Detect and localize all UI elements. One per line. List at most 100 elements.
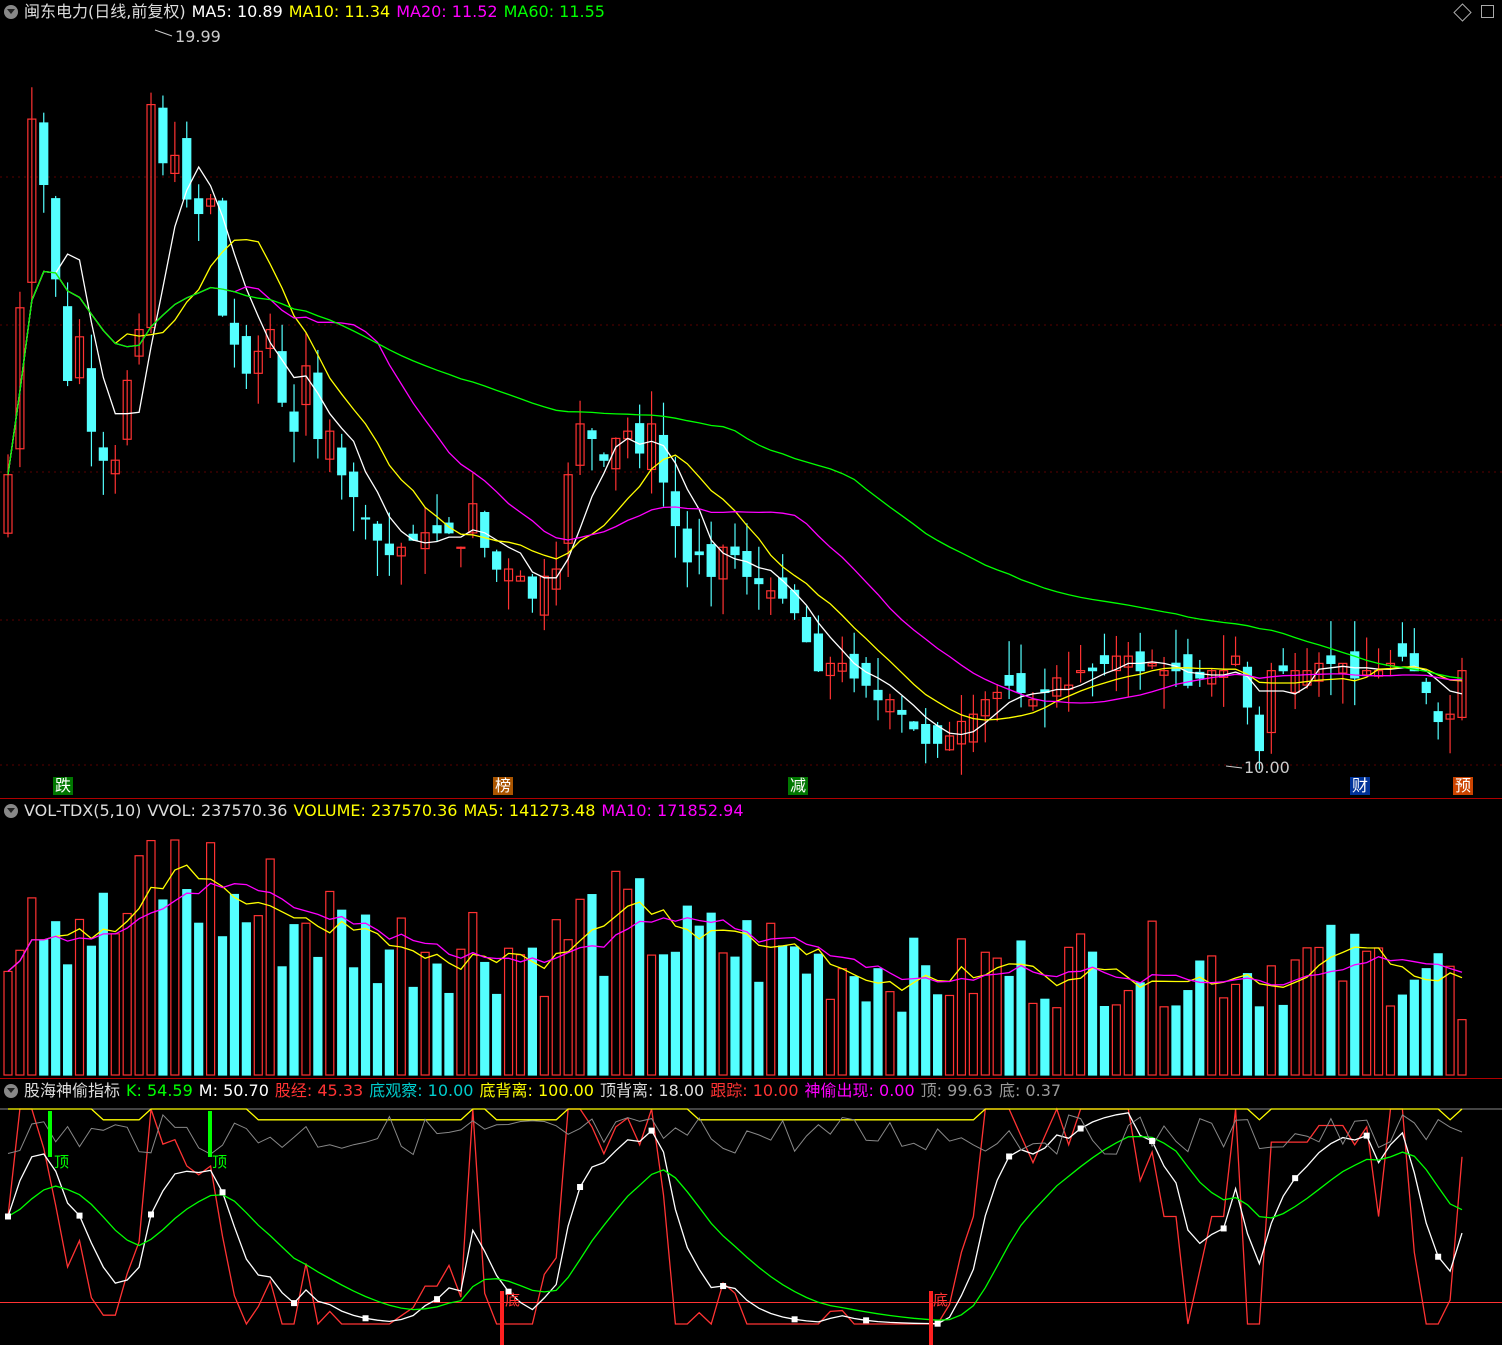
candle-body xyxy=(313,372,323,440)
volume-bar xyxy=(1064,946,1074,1076)
volume-bar xyxy=(15,949,25,1076)
volume-bar xyxy=(396,917,406,1076)
volume-bar xyxy=(1290,959,1300,1076)
volume-bar xyxy=(1207,955,1217,1076)
volume-bar xyxy=(1123,989,1133,1076)
k-dot xyxy=(1435,1253,1442,1260)
volume-bar xyxy=(813,953,824,1076)
volume-bar xyxy=(909,937,919,1076)
volume-bar xyxy=(1338,980,1348,1076)
volume-bar xyxy=(539,995,549,1076)
panel-menu-icon[interactable] xyxy=(4,804,18,818)
vol-ma10-label: MA10: 171852.94 xyxy=(601,801,744,820)
volume-bar xyxy=(1159,1006,1169,1076)
high-pointer xyxy=(154,29,173,37)
vvol-label: VVOL: 237570.36 xyxy=(147,801,288,820)
volume-bar xyxy=(754,981,764,1076)
k-dot xyxy=(76,1212,83,1219)
top-marker: 顶 xyxy=(212,1153,228,1171)
volume-bar xyxy=(778,945,788,1076)
volume-bar xyxy=(1278,1004,1288,1076)
k-dot xyxy=(1077,1125,1084,1132)
candle-body xyxy=(384,543,394,556)
volume-bar xyxy=(1040,998,1050,1076)
volume-bar xyxy=(1052,1007,1062,1076)
candle-body xyxy=(86,368,97,432)
volume-bar xyxy=(956,938,967,1076)
ma5-label: MA5: 10.89 xyxy=(191,2,283,21)
panel-menu-icon[interactable] xyxy=(4,5,18,19)
volume-bar xyxy=(229,893,240,1076)
volume-bar xyxy=(742,920,752,1076)
volume-bar xyxy=(1385,1005,1396,1076)
volume-panel: VOL-TDX(5,10) VVOL: 237570.36 VOLUME: 2375… xyxy=(0,798,1502,1079)
volume-bar xyxy=(849,976,859,1076)
candle-body xyxy=(1016,673,1026,694)
volume-bar xyxy=(503,947,514,1076)
ma60-label: MA60: 11.55 xyxy=(503,2,605,21)
k-dot xyxy=(1006,1153,1013,1160)
di-label: 底: 0.37 xyxy=(998,1081,1062,1100)
volume-bar xyxy=(39,939,49,1076)
volume-bar xyxy=(337,909,347,1076)
volume-bar xyxy=(146,839,156,1076)
volume-bar xyxy=(587,894,597,1076)
gujing-label: 股经: 45.33 xyxy=(274,1081,364,1100)
candle-body xyxy=(873,689,883,701)
volume-bar xyxy=(182,889,192,1076)
stock-title: 闽东电力(日线,前复权) xyxy=(24,2,186,21)
volume-bar xyxy=(1147,920,1157,1076)
volume-bar xyxy=(992,957,1002,1076)
candle-body xyxy=(289,411,299,432)
volume-bar xyxy=(194,922,204,1076)
candle-body xyxy=(670,491,681,527)
volume-bar xyxy=(62,964,73,1076)
volume-bar xyxy=(277,966,287,1076)
k-label: K: 54.59 xyxy=(126,1081,193,1100)
candle-body xyxy=(432,525,442,534)
maximize-icon[interactable] xyxy=(1481,5,1494,18)
candle-body xyxy=(801,616,812,643)
ma10-label: MA10: 11.34 xyxy=(288,2,391,21)
volume-bar xyxy=(74,918,85,1076)
flag-jian[interactable]: 减 xyxy=(788,777,809,795)
volume-bar xyxy=(217,936,228,1076)
candle-body xyxy=(754,578,764,585)
volume-bar xyxy=(1219,997,1229,1076)
volume-bar xyxy=(301,922,311,1076)
volume-chart xyxy=(3,839,1467,1076)
volume-bar xyxy=(897,1011,907,1076)
candle-body xyxy=(861,662,871,686)
candle-body xyxy=(694,551,704,556)
volume-bar xyxy=(611,870,621,1076)
volume-bar xyxy=(980,951,990,1076)
flag-yu[interactable]: 预 xyxy=(1453,777,1474,795)
top-signal-bar xyxy=(48,1111,52,1157)
candle-body xyxy=(789,589,800,614)
volume-bar xyxy=(206,842,216,1076)
k-dot xyxy=(648,1127,655,1134)
shentou-label: 神偷出现: 0.00 xyxy=(804,1081,915,1100)
volume-bar xyxy=(706,912,716,1076)
volume-bar xyxy=(933,994,943,1076)
volume-bar xyxy=(1350,933,1360,1076)
volume-bar xyxy=(527,947,537,1076)
volume-bar xyxy=(1004,975,1014,1076)
flag-cai[interactable]: 财 xyxy=(1350,777,1371,795)
candle-body xyxy=(492,551,502,570)
candle-body xyxy=(349,471,359,498)
candle-body xyxy=(813,633,824,672)
volume-bar xyxy=(1266,965,1276,1076)
volume-bar xyxy=(968,992,978,1076)
price-chart xyxy=(0,29,1502,775)
volume-bar xyxy=(372,983,383,1076)
volume-bar xyxy=(623,888,633,1076)
flag-die[interactable]: 跌 xyxy=(53,777,74,795)
candle-body xyxy=(897,709,907,715)
volume-bar xyxy=(1314,946,1324,1076)
candle-body xyxy=(587,430,597,440)
panel-menu-icon[interactable] xyxy=(4,1084,18,1098)
flag-bang[interactable]: 榜 xyxy=(493,777,514,795)
volume-bar xyxy=(134,855,144,1076)
candle-body xyxy=(1397,643,1408,657)
